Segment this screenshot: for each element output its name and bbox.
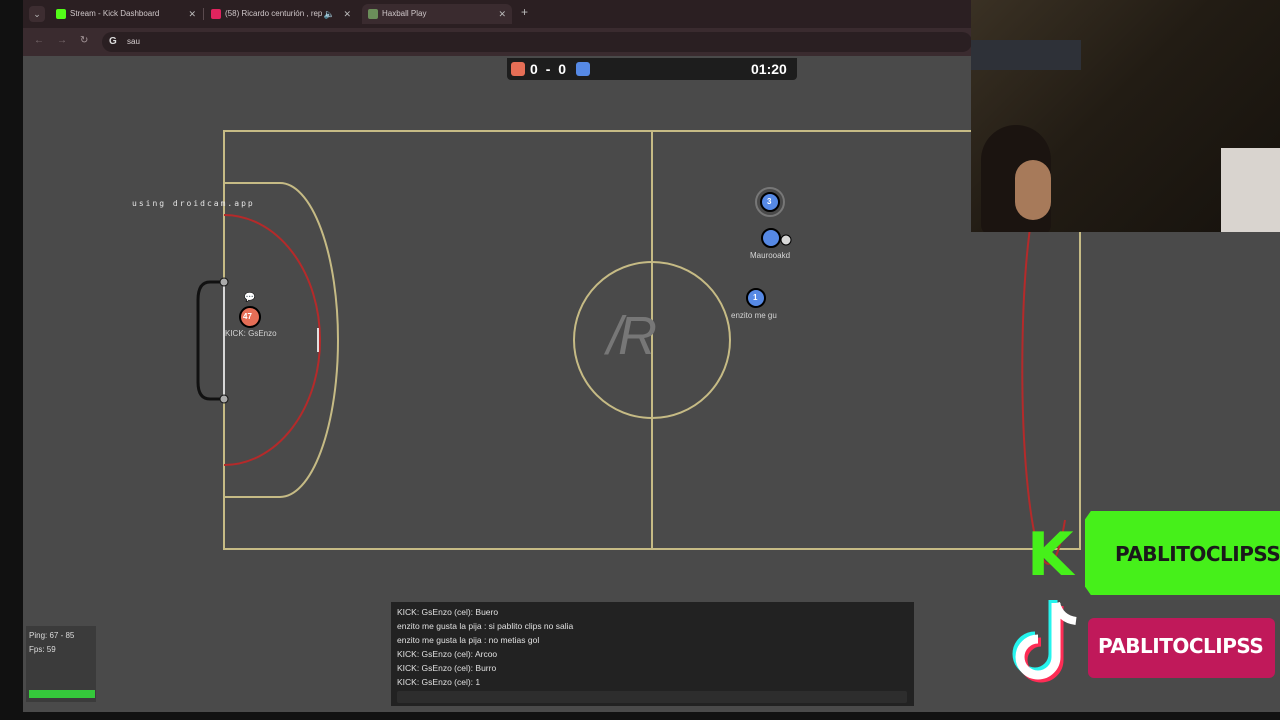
- kick-handle: PABLITOCLIPSS: [1115, 542, 1280, 566]
- webcam-watermark: using droidcam.app: [132, 199, 255, 208]
- ping-readout: Ping: 67 - 85: [29, 631, 75, 640]
- chat-message: KICK: GsEnzo (cel): 1: [397, 677, 481, 687]
- chat-message: KICK: GsEnzo (cel): Buero: [397, 607, 499, 617]
- webcam-monitor: [1221, 148, 1280, 232]
- player-name: KICK: GsEnzo: [225, 329, 277, 338]
- red-arc-left: [223, 214, 321, 466]
- chat-message: enzito me gusta la pija : si pablito cli…: [397, 621, 574, 631]
- goalpost: [219, 394, 229, 404]
- fps-readout: Fps: 59: [29, 645, 56, 654]
- center-logo: /R: [607, 306, 657, 366]
- tiktok-handle: PABLITOCLIPSS: [1098, 634, 1264, 658]
- player-name: Maurooakd: [750, 251, 791, 260]
- webcam-background-shelf: [971, 40, 1081, 70]
- webcam-overlay: [971, 0, 1280, 232]
- chat-message: KICK: GsEnzo (cel): Arcoo: [397, 649, 498, 659]
- player-number: 1: [753, 293, 758, 302]
- player-blue-maurooakd: [761, 228, 781, 248]
- ball: [780, 234, 792, 246]
- chat-input[interactable]: [397, 691, 907, 703]
- webcam-face: [1015, 160, 1051, 220]
- goal-net-left: [196, 280, 224, 401]
- player-name: enzito me gu: [731, 311, 777, 320]
- chat-message: KICK: GsEnzo (cel): Burro: [397, 663, 497, 673]
- kick-logo-icon: K: [1027, 520, 1074, 590]
- player-number: 3: [767, 197, 772, 206]
- chat-message: enzito me gusta la pija : no metias gol: [397, 635, 540, 645]
- goalpost: [219, 277, 229, 287]
- tiktok-logo-icon: [1012, 600, 1077, 683]
- fps-graph: [29, 690, 95, 698]
- player-number: 47: [243, 312, 252, 321]
- chat-bubble-icon: 💬: [244, 292, 256, 302]
- red-arc-right: [1021, 214, 1066, 565]
